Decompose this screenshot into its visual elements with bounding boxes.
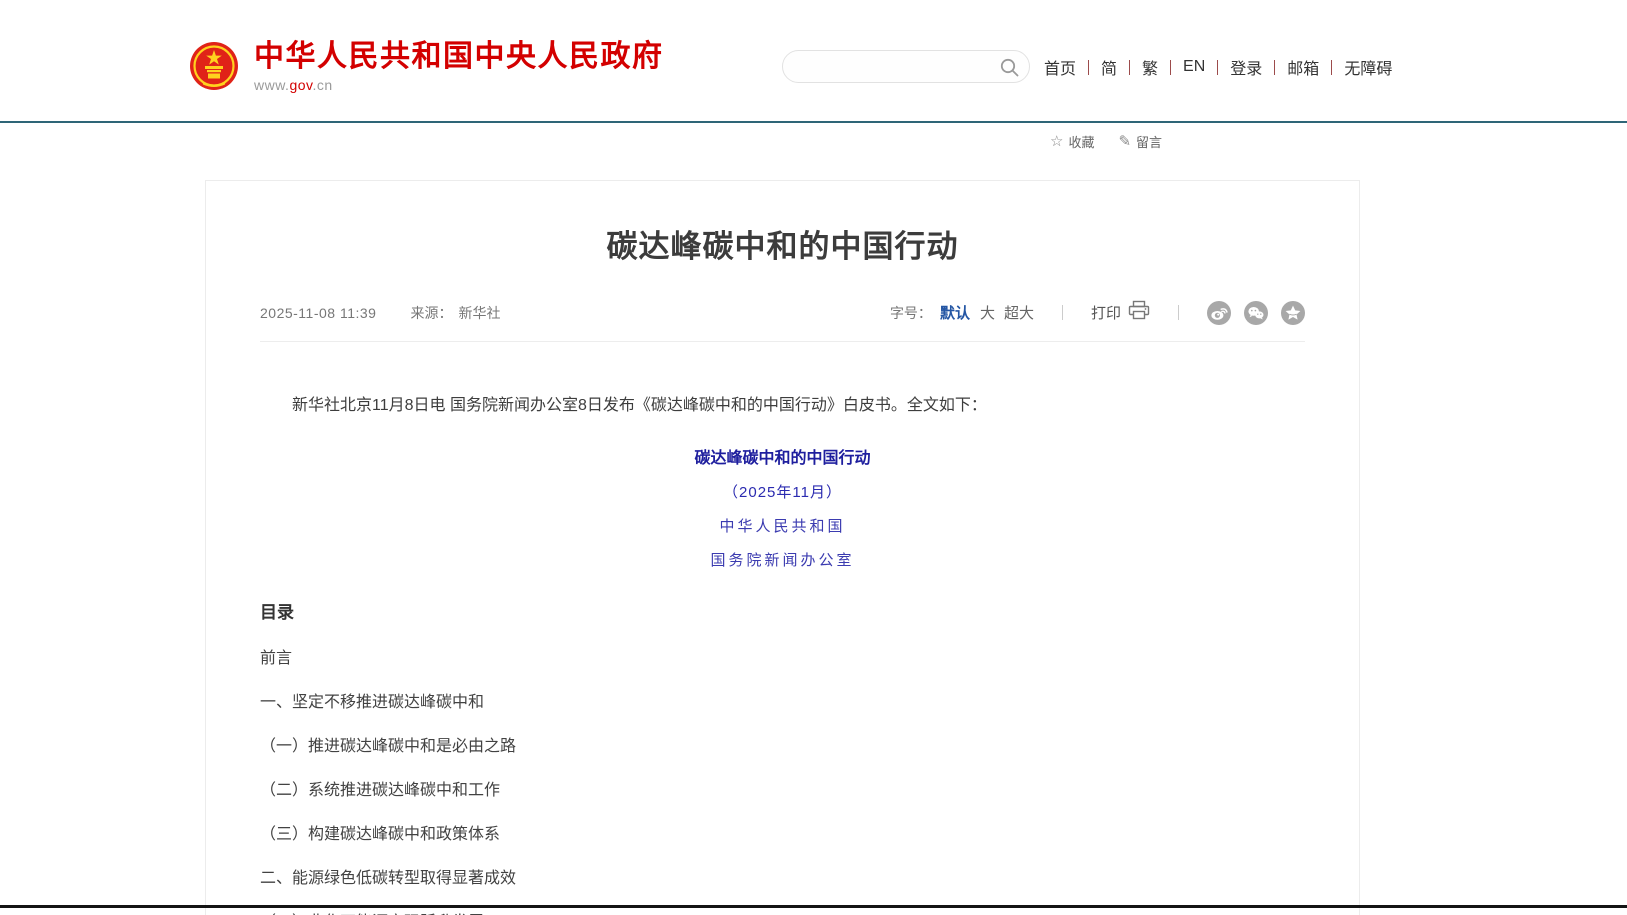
toc-item: （三）构建碳达峰碳中和政策体系 [260, 826, 1305, 843]
document-date: （2025年11月） [260, 481, 1305, 502]
weibo-share-icon[interactable] [1207, 301, 1231, 325]
wechat-share-icon[interactable] [1244, 301, 1268, 325]
printer-icon [1128, 300, 1150, 325]
toolbar-separator [1062, 305, 1063, 320]
print-button[interactable]: 打印 [1091, 300, 1150, 325]
nav-item-simplified[interactable]: 简 [1089, 55, 1129, 79]
publish-date: 2025-11-08 11:39 [260, 305, 376, 321]
top-nav: 首页 简 繁 EN 登录 邮箱 无障碍 [1044, 56, 1404, 78]
pencil-icon: ✎ [1118, 134, 1131, 149]
nav-item-home[interactable]: 首页 [1044, 55, 1088, 79]
print-label: 打印 [1091, 302, 1121, 323]
site-brand[interactable]: 中华人民共和国中央人民政府 www.gov.cn [189, 40, 664, 98]
source-label: 来源： [410, 303, 452, 323]
article-meta-row: 2025-11-08 11:39 来源： 新华社 字号： 默认 大 超大 打印 [260, 300, 1305, 342]
site-header: 中华人民共和国中央人民政府 www.gov.cn 首页 简 繁 EN 登录 [0, 0, 1627, 122]
toc-heading: 目录 [260, 598, 1305, 623]
toc-item: 前言 [260, 650, 1305, 667]
document-org-line1: 中华人民共和国 [260, 515, 1305, 536]
toc-item: （一）推进碳达峰碳中和是必由之路 [260, 738, 1305, 755]
search-icon[interactable] [999, 57, 1020, 78]
font-size-large-button[interactable]: 大 [980, 302, 995, 323]
search-box [782, 50, 1030, 83]
nav-item-accessibility[interactable]: 无障碍 [1332, 55, 1404, 79]
search-input[interactable] [783, 51, 991, 82]
toc-item: 二、能源绿色低碳转型取得显著成效 [260, 870, 1305, 887]
site-title: 中华人民共和国中央人民政府 [254, 40, 664, 74]
page-title: 碳达峰碳中和的中国行动 [260, 221, 1305, 266]
document-title: 碳达峰碳中和的中国行动 [260, 444, 1305, 468]
header-divider [0, 121, 1627, 123]
document-org-line2: 国务院新闻办公室 [260, 549, 1305, 570]
share-icons [1207, 301, 1305, 325]
source-value: 新华社 [458, 303, 500, 323]
font-size-xlarge-button[interactable]: 超大 [1004, 302, 1034, 323]
favorite-button[interactable]: ☆ 收藏 [1050, 132, 1094, 151]
national-emblem-logo [189, 40, 239, 98]
article-body: 新华社北京11月8日电 国务院新闻办公室8日发布《碳达峰碳中和的中国行动》白皮书… [260, 394, 1305, 915]
font-size-label: 字号： [890, 303, 932, 323]
toc-item: （二）系统推进碳达峰碳中和工作 [260, 782, 1305, 799]
intro-paragraph: 新华社北京11月8日电 国务院新闻办公室8日发布《碳达峰碳中和的中国行动》白皮书… [260, 394, 1305, 418]
article-toolbar: 字号： 默认 大 超大 打印 [890, 300, 1305, 325]
toc-item: 一、坚定不移推进碳达峰碳中和 [260, 694, 1305, 711]
favorite-label: 收藏 [1068, 132, 1094, 151]
quickbar: ☆ 收藏 ✎ 留言 [1050, 132, 1162, 151]
article-card: 碳达峰碳中和的中国行动 2025-11-08 11:39 来源： 新华社 字号：… [205, 180, 1360, 915]
nav-item-login[interactable]: 登录 [1218, 55, 1274, 79]
star-icon: ☆ [1050, 134, 1063, 149]
nav-item-traditional[interactable]: 繁 [1130, 55, 1170, 79]
bottom-edge-bar [0, 905, 1627, 908]
comment-button[interactable]: ✎ 留言 [1118, 132, 1162, 151]
nav-item-mail[interactable]: 邮箱 [1275, 55, 1331, 79]
comment-label: 留言 [1136, 132, 1162, 151]
page: 中华人民共和国中央人民政府 www.gov.cn 首页 简 繁 EN 登录 [0, 0, 1627, 915]
nav-item-english[interactable]: EN [1171, 58, 1217, 76]
toolbar-separator [1178, 305, 1179, 320]
site-url: www.gov.cn [254, 77, 664, 93]
qzone-star-share-icon[interactable] [1281, 301, 1305, 325]
article-meta-left: 2025-11-08 11:39 来源： 新华社 [260, 303, 500, 323]
font-size-default-button[interactable]: 默认 [940, 302, 970, 323]
